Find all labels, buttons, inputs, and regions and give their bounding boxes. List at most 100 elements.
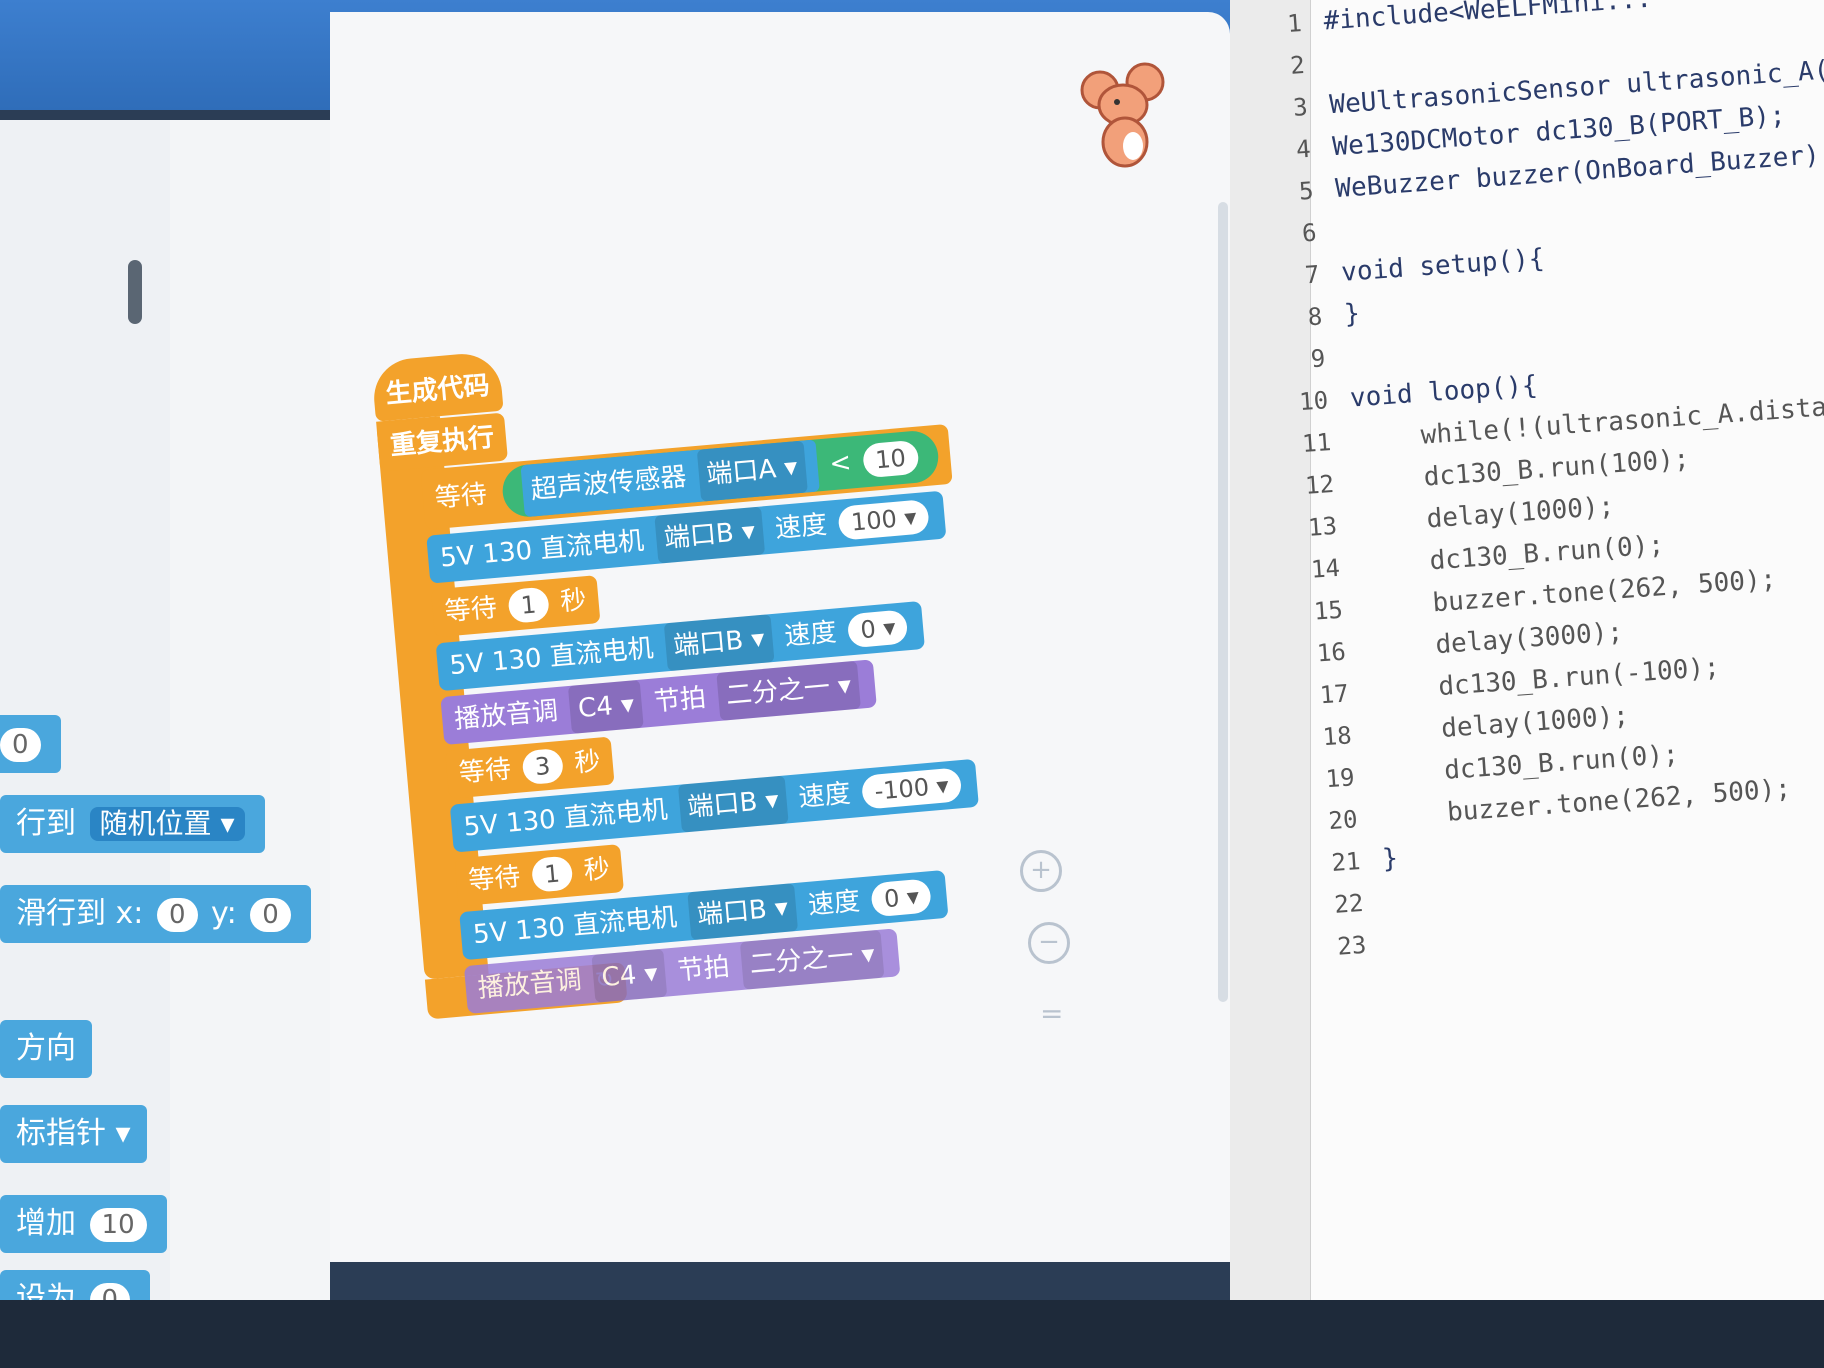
line-number: 22: [1333, 888, 1365, 919]
line-number: 6: [1301, 218, 1318, 248]
wait-seconds-input[interactable]: 1: [531, 855, 574, 893]
port-dropdown[interactable]: 端口A ▾: [696, 440, 808, 502]
line-number: 21: [1330, 847, 1362, 877]
y-input[interactable]: 0: [250, 898, 291, 932]
line-text: void setup(){: [1340, 243, 1546, 288]
palette-block-glide-random[interactable]: 行到 随机位置 ▾: [0, 795, 265, 853]
screen: 0 行到 随机位置 ▾ 滑行到 x: 0 y: 0 方向 标指针 ▾ 增加 10…: [0, 0, 1824, 1368]
workspace-scrollbar[interactable]: [1218, 202, 1228, 1002]
line-number: 2: [1289, 50, 1306, 80]
tone-label: 播放音调: [476, 965, 583, 1004]
hat-block-generate-code[interactable]: 生成代码: [370, 350, 504, 422]
port-value: 端口B: [686, 787, 759, 823]
speed-value: -100: [873, 772, 931, 806]
palette-block-glide-xy[interactable]: 滑行到 x: 0 y: 0: [0, 885, 311, 943]
partial-value[interactable]: 0: [0, 728, 41, 762]
x-input[interactable]: 0: [156, 898, 198, 932]
beat-label: 节拍: [676, 952, 731, 987]
speed-value: 0: [882, 883, 901, 914]
palette-blocks-area: 0 行到 随机位置 ▾ 滑行到 x: 0 y: 0 方向 标指针 ▾ 增加 10…: [0, 120, 330, 1368]
speed-input[interactable]: 0 ▾: [847, 609, 909, 649]
chevron-down-icon[interactable]: ▾: [116, 1116, 131, 1151]
dropdown-value: 随机位置: [99, 807, 212, 840]
hat-label: 生成代码: [384, 370, 491, 410]
line-number: 20: [1327, 805, 1359, 836]
line-text: }: [1381, 843, 1399, 875]
script-workspace[interactable]: + − = 生成代码 ↻ 重复执行 等待 超声波传感器: [330, 12, 1230, 1262]
change-by-label: 增加: [16, 1206, 76, 1241]
speed-label: 速度: [797, 778, 852, 814]
line-number: 18: [1321, 721, 1353, 752]
line-number: 12: [1304, 469, 1335, 500]
direction-label: 方向: [16, 1031, 76, 1066]
speed-input[interactable]: 0 ▾: [870, 878, 933, 918]
palette-block-mouse-pointer[interactable]: 标指针 ▾: [0, 1105, 147, 1163]
motor-port-dropdown[interactable]: 端口B ▾: [677, 775, 789, 833]
line-number: 14: [1310, 553, 1341, 584]
line-number: 1: [1286, 9, 1303, 39]
line-number: 15: [1312, 595, 1344, 626]
motor-label: 5V 130 直流电机: [471, 902, 679, 951]
speed-value: 100: [849, 504, 899, 537]
glide-random-dropdown[interactable]: 随机位置 ▾: [89, 807, 245, 841]
palette-scrollbar[interactable]: [128, 260, 142, 324]
code-panel: 1 #include<WeELFMini... 2 3 WeUltrasonicSens…: [1230, 0, 1824, 1368]
zoom-reset-icon[interactable]: =: [1040, 997, 1063, 1030]
y-label: y:: [211, 896, 237, 931]
note-value: C4: [576, 691, 615, 725]
tone-label: 播放音调: [453, 696, 560, 735]
change-by-input[interactable]: 10: [89, 1208, 147, 1242]
line-number: 8: [1306, 302, 1324, 332]
line-number: 11: [1301, 428, 1333, 459]
motor-port-dropdown[interactable]: 端口B ▾: [663, 614, 775, 672]
line-number: 23: [1336, 930, 1368, 961]
speed-label: 速度: [806, 886, 862, 921]
sprite-mouse-icon[interactable]: [1075, 60, 1175, 170]
wait-block-1[interactable]: 等待 1 秒: [430, 575, 601, 638]
wait-until-label: 等待: [433, 479, 489, 514]
code-editor[interactable]: 1 #include<WeELFMini... 2 3 WeUltrasonicSens…: [1230, 0, 1824, 1365]
speed-label: 速度: [773, 509, 829, 545]
line-number: 10: [1298, 386, 1330, 417]
note-dropdown[interactable]: C4 ▾: [591, 948, 668, 1003]
motor-port-dropdown[interactable]: 端口B ▾: [654, 506, 766, 564]
line-number: 17: [1318, 679, 1350, 710]
zoom-in-icon[interactable]: +: [1020, 850, 1062, 892]
speed-input[interactable]: 100 ▾: [837, 499, 930, 541]
note-dropdown[interactable]: C4 ▾: [568, 679, 645, 734]
line-number: 16: [1315, 637, 1347, 668]
line-number: 13: [1307, 511, 1338, 542]
beat-dropdown[interactable]: 二分之一 ▾: [739, 929, 885, 990]
beat-value: 二分之一: [748, 941, 855, 981]
line-number: 3: [1292, 92, 1309, 122]
note-value: C4: [600, 960, 638, 994]
beat-dropdown[interactable]: 二分之一 ▾: [716, 660, 862, 721]
line-number: 4: [1295, 134, 1312, 164]
speed-input[interactable]: -100 ▾: [861, 767, 963, 810]
operator-symbol: <: [828, 447, 853, 480]
line-number: 19: [1324, 763, 1356, 794]
wait-block-3[interactable]: 等待 1 秒: [454, 844, 624, 907]
line-number: 5: [1298, 176, 1315, 206]
forever-block[interactable]: 重复执行: [376, 412, 508, 472]
forever-label: 重复执行: [389, 422, 496, 462]
wait-label: 等待: [443, 592, 499, 628]
palette-block-direction[interactable]: 方向: [0, 1020, 92, 1078]
motor-port-dropdown[interactable]: 端口B ▾: [687, 883, 799, 941]
wait-block-2[interactable]: 等待 3 秒: [445, 736, 615, 799]
port-value: 端口B: [672, 625, 745, 662]
palette-block-change-by[interactable]: 增加 10: [0, 1195, 167, 1253]
seconds-unit: 秒: [582, 854, 612, 887]
threshold-input[interactable]: 10: [861, 439, 920, 479]
glide-random-label: 行到: [16, 806, 76, 841]
line-text: }: [1343, 298, 1361, 330]
palette-block-partial[interactable]: 0: [0, 715, 61, 773]
line-number: 7: [1303, 260, 1321, 290]
wait-seconds-input[interactable]: 1: [507, 586, 550, 624]
wait-label: 等待: [467, 861, 522, 897]
line-number: 9: [1309, 344, 1327, 374]
seconds-unit: 秒: [559, 585, 588, 618]
zoom-out-icon[interactable]: −: [1028, 922, 1070, 964]
wait-seconds-input[interactable]: 3: [521, 747, 564, 786]
script-stack: 生成代码 ↻ 重复执行 等待 超声波传感器 端口A ▾ < 10: [370, 300, 1029, 1050]
